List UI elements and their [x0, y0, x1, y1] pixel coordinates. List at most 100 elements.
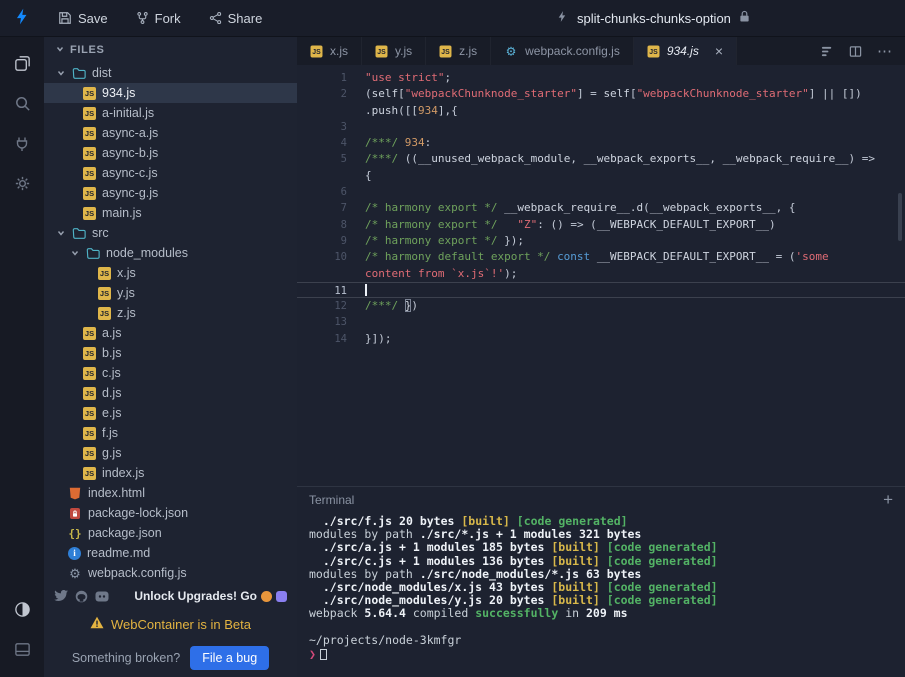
close-tab-icon[interactable]: × [715, 44, 723, 58]
split-editor-button[interactable] [849, 45, 862, 58]
file-name-label: a-initial.js [102, 106, 154, 120]
code-text [365, 283, 905, 297]
code-text: { [365, 168, 905, 184]
file-index.html[interactable]: index.html [44, 483, 297, 503]
js-file-icon: JS [83, 367, 96, 380]
file-async-a.js[interactable]: JSasync-a.js [44, 123, 297, 143]
tab-webpack.config.js[interactable]: ⚙webpack.config.js [491, 37, 634, 65]
share-button[interactable]: Share [209, 11, 263, 26]
code-line[interactable]: 14}]); [297, 331, 905, 347]
terminal-body[interactable]: ./src/f.js 20 bytes [built] [code genera… [297, 512, 905, 677]
code-line[interactable]: 9/* harmony export */ }); [297, 233, 905, 249]
code-line[interactable]: 13 [297, 314, 905, 330]
file-package-lock.json[interactable]: package-lock.json [44, 503, 297, 523]
file-b.js[interactable]: JSb.js [44, 343, 297, 363]
file-a-bug-button[interactable]: File a bug [190, 646, 269, 670]
file-main.js[interactable]: JSmain.js [44, 203, 297, 223]
js-file-icon: JS [83, 327, 96, 340]
file-async-c.js[interactable]: JSasync-c.js [44, 163, 297, 183]
folder-dist[interactable]: dist [44, 63, 297, 83]
code-line[interactable]: 4/***/ 934: [297, 135, 905, 151]
file-e.js[interactable]: JSe.js [44, 403, 297, 423]
files-panel-button[interactable] [0, 45, 44, 85]
terminal-title: Terminal [309, 493, 354, 507]
code-line[interactable]: { [297, 168, 905, 184]
tab-x.js[interactable]: JSx.js [297, 37, 362, 65]
code-line[interactable]: 5/***/ ((__unused_webpack_module, __webp… [297, 151, 905, 167]
discord-icon[interactable] [95, 591, 109, 602]
theme-toggle-button[interactable] [0, 591, 44, 631]
layout-toggle-button[interactable] [0, 631, 44, 671]
line-number: 12 [297, 298, 347, 314]
code-line[interactable]: 12/***/ }) [297, 298, 905, 314]
code-line[interactable]: 7/* harmony export */ __webpack_require_… [297, 200, 905, 216]
file-y.js[interactable]: JSy.js [44, 283, 297, 303]
files-icon [13, 54, 32, 76]
settings-panel-button[interactable] [0, 165, 44, 205]
save-button[interactable]: Save [58, 11, 108, 26]
tab-934.js[interactable]: JS934.js× [634, 37, 737, 65]
file-g.js[interactable]: JSg.js [44, 443, 297, 463]
file-a.js[interactable]: JSa.js [44, 323, 297, 343]
tool-emoji-icon [276, 591, 287, 602]
plug-icon [13, 135, 31, 156]
gear-icon: ⚙ [505, 45, 518, 58]
file-a-initial.js[interactable]: JSa-initial.js [44, 103, 297, 123]
code-line[interactable]: 1"use strict"; [297, 70, 905, 86]
code-line[interactable]: .push([[934],{ [297, 103, 905, 119]
project-title[interactable]: split-chunks-chunks-option [556, 0, 750, 36]
twitter-icon[interactable] [54, 590, 68, 602]
file-name-label: async-b.js [102, 146, 158, 160]
search-panel-button[interactable] [0, 85, 44, 125]
top-bar: Save Fork Share split-chunks-chunks-opti… [0, 0, 905, 37]
prettier-button[interactable] [821, 45, 834, 58]
folder-node_modules[interactable]: node_modules [44, 243, 297, 263]
code-text: /* harmony export */ }); [365, 233, 905, 249]
line-number [297, 103, 347, 119]
gear-icon: ⚙ [68, 566, 82, 580]
new-terminal-button[interactable]: + [883, 490, 893, 510]
line-number: 7 [297, 200, 347, 216]
file-d.js[interactable]: JSd.js [44, 383, 297, 403]
stackblitz-logo[interactable] [0, 7, 44, 29]
readme-info-icon: i [68, 547, 81, 560]
more-actions-button[interactable]: ⋯ [877, 42, 893, 60]
code-line[interactable]: 6 [297, 184, 905, 200]
unlock-upgrades-link[interactable]: Unlock Upgrades! Go [134, 589, 287, 603]
editor-scrollbar[interactable] [898, 193, 902, 241]
github-icon[interactable] [75, 590, 88, 603]
file-name-label: node_modules [106, 246, 188, 260]
js-file-icon: JS [83, 467, 96, 480]
code-line[interactable]: 2(self["webpackChunknode_starter"] = sel… [297, 86, 905, 102]
chevron-down-icon [56, 69, 66, 77]
folder-src[interactable]: src [44, 223, 297, 243]
file-readme.md[interactable]: ireadme.md [44, 543, 297, 563]
code-line[interactable]: 3 [297, 119, 905, 135]
file-name-label: 934.js [102, 86, 135, 100]
code-lines: 1"use strict";2(self["webpackChunknode_s… [297, 70, 905, 347]
file-c.js[interactable]: JSc.js [44, 363, 297, 383]
file-z.js[interactable]: JSz.js [44, 303, 297, 323]
file-async-g.js[interactable]: JSasync-g.js [44, 183, 297, 203]
code-line[interactable]: content from `x.js`!'); [297, 266, 905, 282]
code-line[interactable]: 11 [297, 282, 905, 298]
code-line[interactable]: 8/* harmony export */ "Z": () => (__WEBP… [297, 217, 905, 233]
js-file-icon: JS [83, 447, 96, 460]
tab-y.js[interactable]: JSy.js [362, 37, 426, 65]
file-f.js[interactable]: JSf.js [44, 423, 297, 443]
files-panel-header[interactable]: FILES [44, 37, 297, 63]
file-index.js[interactable]: JSindex.js [44, 463, 297, 483]
file-webpack.config.js[interactable]: ⚙webpack.config.js [44, 563, 297, 583]
file-package.json[interactable]: {}package.json [44, 523, 297, 543]
lock-icon[interactable] [739, 10, 750, 26]
tab-z.js[interactable]: JSz.js [426, 37, 491, 65]
code-editor[interactable]: 1"use strict";2(self["webpackChunknode_s… [297, 65, 905, 486]
file-934.js[interactable]: JS934.js [44, 83, 297, 103]
file-async-b.js[interactable]: JSasync-b.js [44, 143, 297, 163]
sidebar-footer: Unlock Upgrades! Go WebContainer is in B… [44, 583, 297, 677]
file-x.js[interactable]: JSx.js [44, 263, 297, 283]
code-line[interactable]: 10/* harmony default export */ const __W… [297, 249, 905, 265]
ports-panel-button[interactable] [0, 125, 44, 165]
line-number: 1 [297, 70, 347, 86]
fork-button[interactable]: Fork [136, 11, 181, 26]
